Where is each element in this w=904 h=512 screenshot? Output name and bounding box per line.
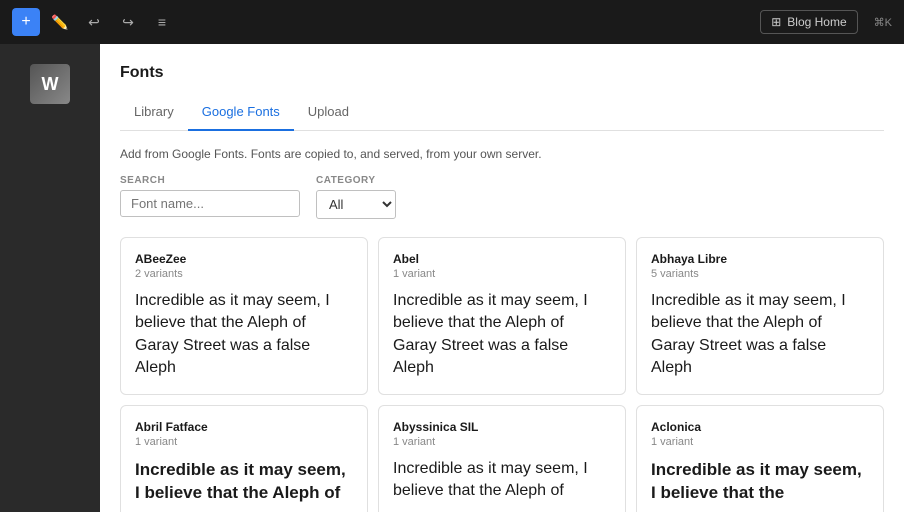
font-name: Abel — [393, 252, 611, 266]
pen-tool-button[interactable]: ✏️ — [46, 8, 74, 36]
plus-icon: + — [21, 13, 30, 31]
redo-icon: ↪ — [122, 14, 134, 31]
font-preview: Incredible as it may seem, I believe tha… — [135, 290, 353, 380]
font-preview: Incredible as it may seem, I believe tha… — [651, 290, 869, 380]
search-input[interactable] — [120, 190, 300, 217]
fonts-grid: ABeeZee 2 variants Incredible as it may … — [120, 237, 884, 512]
font-variants: 1 variant — [135, 436, 353, 448]
font-preview: Incredible as it may seem, I believe tha… — [651, 458, 869, 506]
font-preview: Incredible as it may seem, I believe tha… — [135, 458, 353, 506]
font-name: ABeeZee — [135, 252, 353, 266]
tab-upload[interactable]: Upload — [294, 96, 363, 131]
font-variants: 2 variants — [135, 268, 353, 280]
font-card-abril-fatface[interactable]: Abril Fatface 1 variant Incredible as it… — [120, 405, 368, 512]
logo-mark: W — [30, 64, 70, 104]
font-card-abhaya-libre[interactable]: Abhaya Libre 5 variants Incredible as it… — [636, 237, 884, 395]
undo-button[interactable]: ↩ — [80, 8, 108, 36]
description: Add from Google Fonts. Fonts are copied … — [120, 147, 884, 161]
redo-button[interactable]: ↪ — [114, 8, 142, 36]
font-name: Abhaya Libre — [651, 252, 869, 266]
font-variants: 1 variant — [393, 436, 611, 448]
editor-area: W Fonts Library Google Fonts Upload Add … — [0, 44, 904, 512]
font-preview: Incredible as it may seem, I believe tha… — [393, 458, 611, 503]
search-label: SEARCH — [120, 175, 300, 186]
fonts-panel: Fonts Library Google Fonts Upload Add fr… — [100, 44, 904, 512]
font-variants: 1 variant — [393, 268, 611, 280]
tab-library[interactable]: Library — [120, 96, 188, 131]
list-icon-button[interactable]: ≡ — [148, 8, 176, 36]
blog-home-button[interactable]: ⊞ Blog Home — [760, 10, 857, 34]
font-variants: 5 variants — [651, 268, 869, 280]
font-preview: Incredible as it may seem, I believe tha… — [393, 290, 611, 380]
category-label: CATEGORY — [316, 175, 396, 186]
tab-google-fonts[interactable]: Google Fonts — [188, 96, 294, 131]
font-card-aclonica[interactable]: Aclonica 1 variant Incredible as it may … — [636, 405, 884, 512]
panel-title: Fonts — [120, 64, 884, 82]
undo-icon: ↩ — [88, 14, 100, 31]
category-filter-group: CATEGORY All Serif Sans Mono — [316, 175, 396, 219]
main-content: Fonts Library Google Fonts Upload Add fr… — [100, 44, 904, 512]
font-name: Abril Fatface — [135, 420, 353, 434]
font-name: Aclonica — [651, 420, 869, 434]
font-card-abeezee[interactable]: ABeeZee 2 variants Incredible as it may … — [120, 237, 368, 395]
left-sidebar: W — [0, 44, 100, 512]
add-button[interactable]: + — [12, 8, 40, 36]
blog-home-label: Blog Home — [787, 15, 846, 29]
pen-icon: ✏️ — [51, 14, 68, 31]
top-bar: + ✏️ ↩ ↪ ≡ ⊞ Blog Home ⌘K — [0, 0, 904, 44]
font-name: Abyssinica SIL — [393, 420, 611, 434]
font-variants: 1 variant — [651, 436, 869, 448]
shortcut-hint: ⌘K — [874, 16, 892, 29]
category-select[interactable]: All Serif Sans Mono — [316, 190, 396, 219]
list-icon: ≡ — [158, 14, 166, 30]
toolbar-left: + ✏️ ↩ ↪ ≡ — [12, 8, 176, 36]
search-filter-group: SEARCH — [120, 175, 300, 219]
filters: SEARCH CATEGORY All Serif Sans Mono — [120, 175, 884, 219]
font-card-abel[interactable]: Abel 1 variant Incredible as it may seem… — [378, 237, 626, 395]
font-card-abyssinica[interactable]: Abyssinica SIL 1 variant Incredible as i… — [378, 405, 626, 512]
grid-icon: ⊞ — [771, 15, 781, 29]
tabs: Library Google Fonts Upload — [120, 96, 884, 131]
